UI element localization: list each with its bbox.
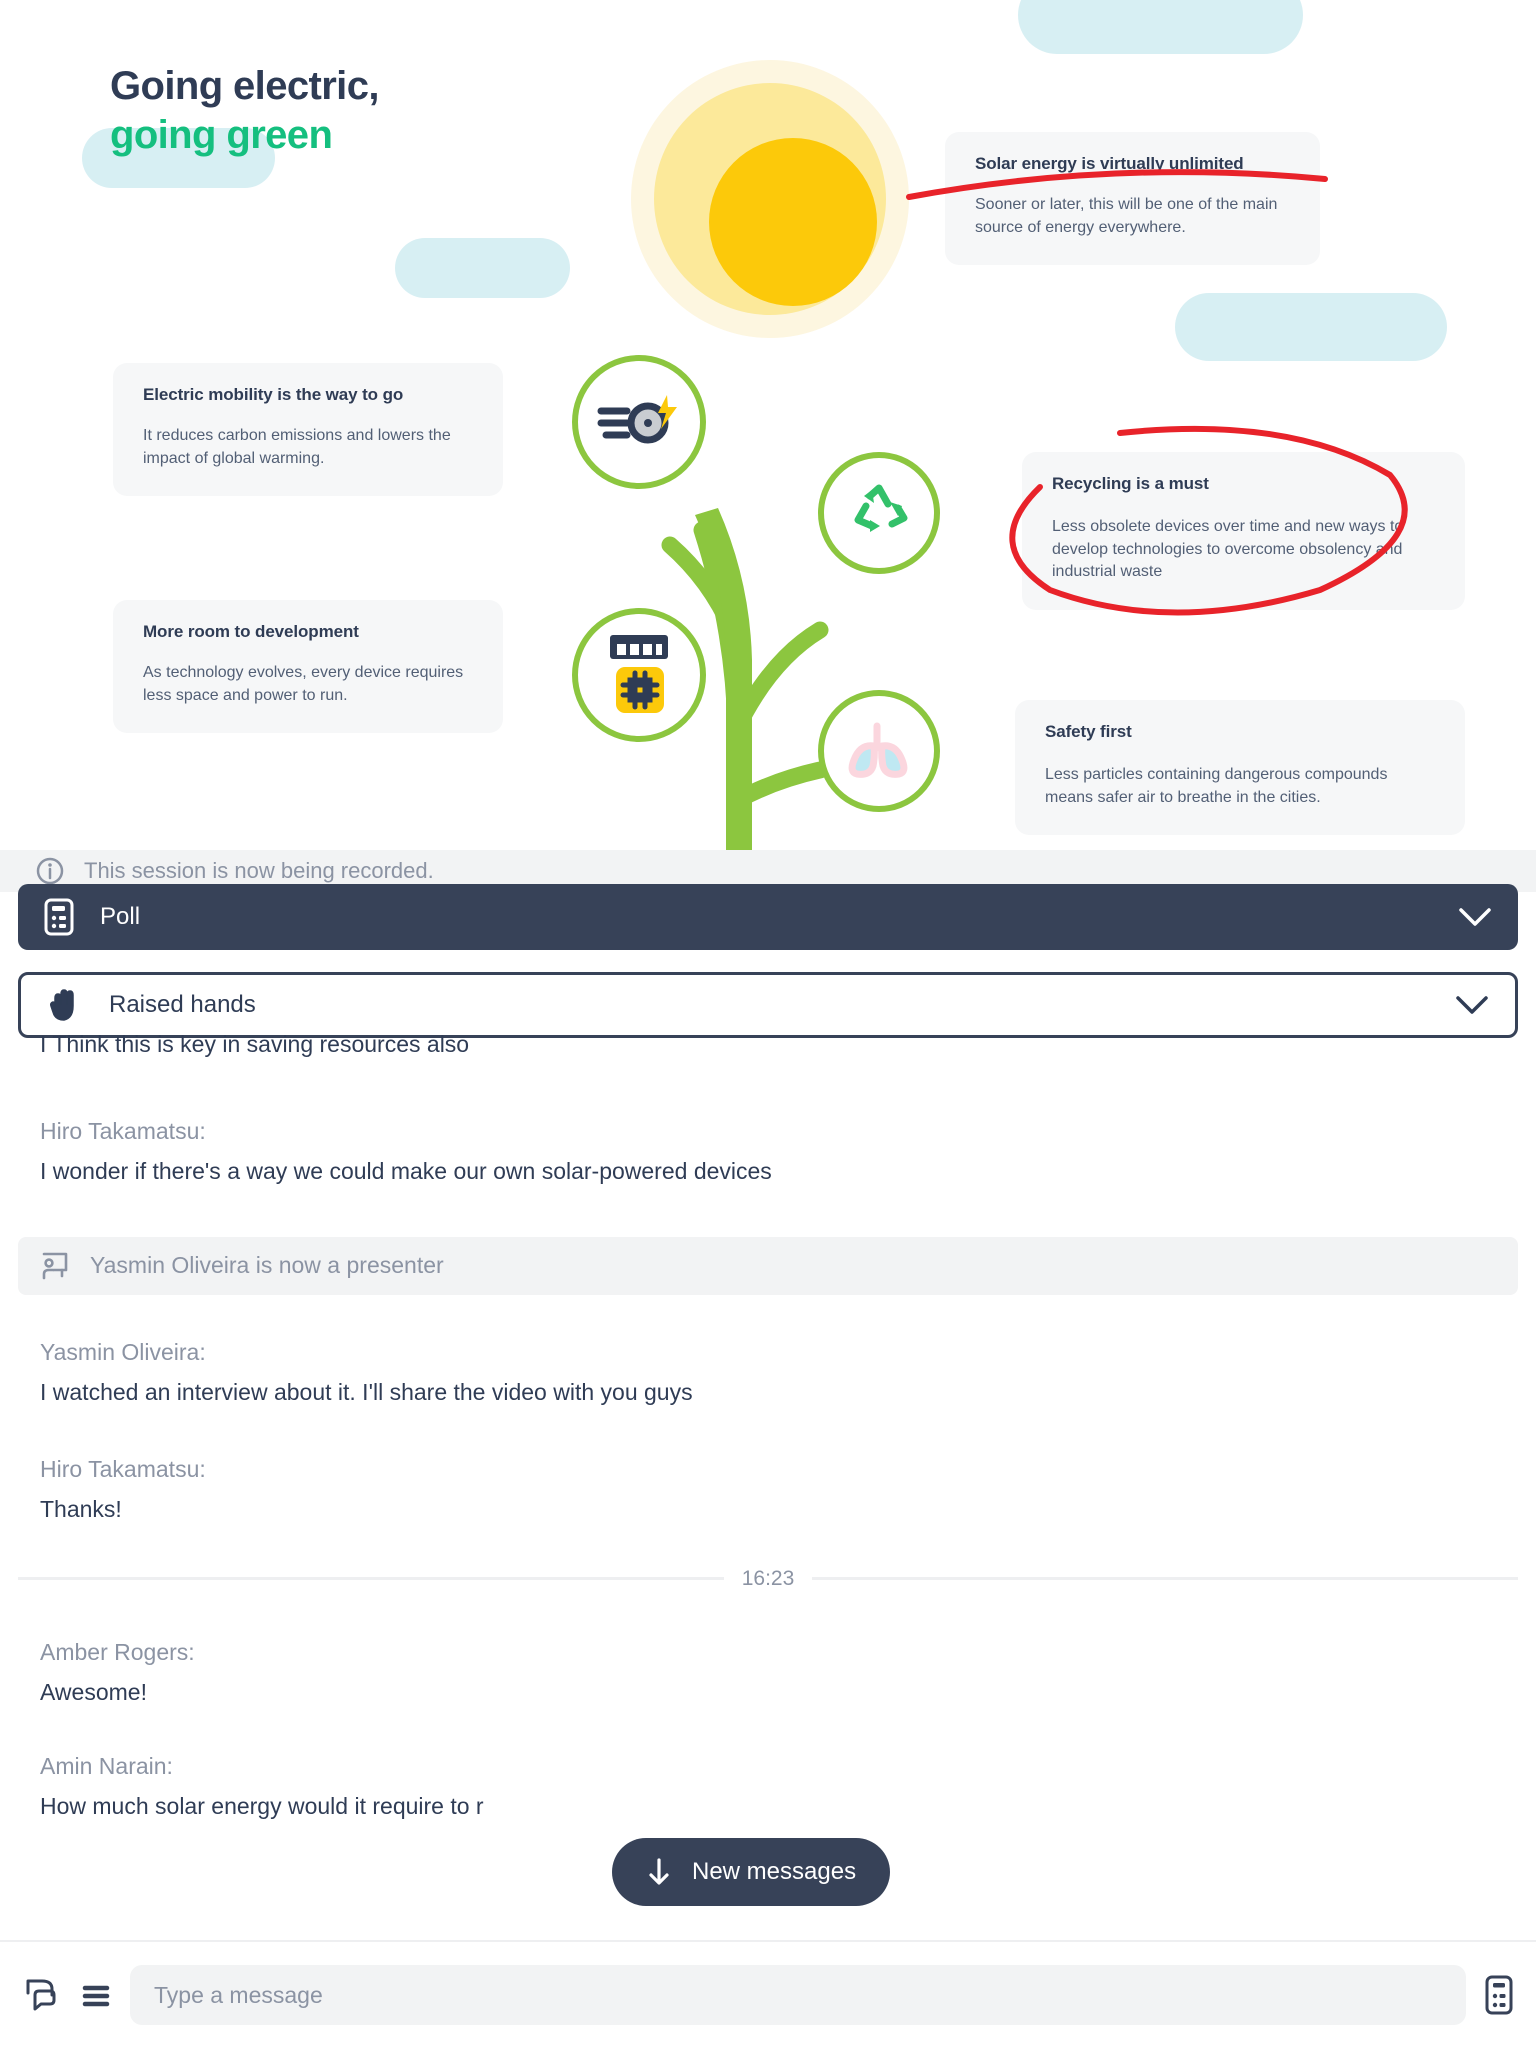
card-body: It reduces carbon emissions and lowers t… bbox=[143, 427, 451, 467]
lungs-icon bbox=[848, 722, 908, 778]
chat-message: I Think this is key in saving resources … bbox=[0, 1030, 1536, 1060]
card-body: As technology evolves, every device requ… bbox=[143, 664, 464, 704]
chat-message-author: Hiro Takamatsu: bbox=[40, 1455, 206, 1482]
panel-poll[interactable]: Poll bbox=[18, 884, 1518, 950]
divider-line-left bbox=[18, 1577, 724, 1581]
new-messages-label: New messages bbox=[692, 1858, 857, 1885]
slide-title-line1: Going electric, bbox=[110, 64, 379, 108]
card-heading: Solar energy is virtually unlimited bbox=[975, 154, 1244, 173]
card-heading: Recycling is a must bbox=[1052, 474, 1209, 493]
poll-icon[interactable] bbox=[1484, 1975, 1514, 2015]
slide-title-line2: going green bbox=[110, 112, 333, 157]
meeting-app-window: Going electric, going green Electric mob… bbox=[0, 0, 1536, 2048]
chat-message: Amber Rogers: Awesome! bbox=[0, 1639, 1536, 1708]
callout-card-recycling: Recycling is a must Less obsolete device… bbox=[1022, 452, 1465, 611]
chat-message: Amin Narain: How much solar energy would… bbox=[0, 1753, 1536, 1822]
divider-timestamp: 16:23 bbox=[741, 1566, 795, 1590]
chat-message: Hiro Takamatsu: Thanks! bbox=[0, 1456, 1536, 1525]
card-heading: Safety first bbox=[1045, 722, 1132, 741]
divider-line-right bbox=[812, 1577, 1518, 1581]
raised-hand-icon bbox=[50, 989, 74, 1021]
chat-message-text: Thanks! bbox=[40, 1495, 122, 1522]
chat-system-notice: Yasmin Oliveira is now a presenter bbox=[18, 1236, 1518, 1295]
card-body: Less obsolete devices over time and new … bbox=[1052, 518, 1404, 581]
node-electric-mobility bbox=[572, 355, 706, 489]
recycle-icon bbox=[854, 484, 908, 532]
card-body: Less particles containing dangerous comp… bbox=[1045, 766, 1388, 806]
card-heading: Electric mobility is the way to go bbox=[143, 385, 404, 404]
chat-time-divider: 16:23 bbox=[0, 1567, 1536, 1591]
sun-mid-ring bbox=[654, 83, 886, 315]
chat-message-text: I watched an interview about it. I'll sh… bbox=[40, 1378, 693, 1405]
chat-message-text: Awesome! bbox=[40, 1678, 147, 1705]
node-development bbox=[572, 608, 706, 742]
decorative-pill bbox=[395, 238, 570, 298]
decorative-pill bbox=[1175, 293, 1447, 361]
electric-wheel-icon bbox=[597, 395, 677, 444]
menu-icon[interactable] bbox=[80, 1979, 112, 2011]
callout-card-solar: Solar energy is virtually unlimited Soon… bbox=[945, 132, 1320, 266]
recording-banner-text: This session is now being recorded. bbox=[84, 858, 434, 883]
sun-graphic bbox=[631, 60, 909, 338]
chat-message-text: How much solar energy would it require t… bbox=[40, 1793, 484, 1820]
card-heading: More room to development bbox=[143, 622, 359, 641]
slide-title: Going electric, going green bbox=[110, 62, 379, 160]
microchip-icon bbox=[610, 635, 668, 713]
chat-message-text: I wonder if there's a way we could make … bbox=[40, 1157, 772, 1184]
chat-message: Hiro Takamatsu: I wonder if there's a wa… bbox=[0, 1118, 1536, 1187]
chat-system-notice-text: Yasmin Oliveira is now a presenter bbox=[90, 1252, 444, 1279]
arrow-down-icon bbox=[649, 1858, 669, 1885]
callout-card-mobility: Electric mobility is the way to go It re… bbox=[113, 363, 503, 497]
info-icon bbox=[36, 857, 64, 885]
chat-message-text: I Think this is key in saving resources … bbox=[40, 1031, 470, 1057]
chat-message-author: Hiro Takamatsu: bbox=[40, 1117, 206, 1144]
chat-reply-icon[interactable] bbox=[22, 1975, 62, 2015]
chat-message-author: Yasmin Oliveira: bbox=[40, 1338, 206, 1365]
sun-core bbox=[709, 138, 877, 306]
message-composer bbox=[0, 1940, 1536, 2048]
message-input[interactable] bbox=[130, 1965, 1466, 2025]
poll-icon bbox=[44, 898, 74, 936]
callout-card-development: More room to development As technology e… bbox=[113, 600, 503, 734]
callout-card-safety: Safety first Less particles containing d… bbox=[1015, 700, 1465, 836]
chat-message-author: Amber Rogers: bbox=[40, 1638, 195, 1665]
chat-message-list[interactable]: I Think this is key in saving resources … bbox=[0, 1030, 1536, 1822]
node-safety bbox=[818, 690, 940, 812]
presenter-icon bbox=[42, 1252, 68, 1280]
chevron-down-icon[interactable] bbox=[1455, 994, 1489, 1016]
card-body: Sooner or later, this will be one of the… bbox=[975, 196, 1278, 236]
new-messages-button[interactable]: New messages bbox=[612, 1838, 891, 1906]
panel-poll-label: Poll bbox=[100, 903, 141, 930]
presentation-slide: Going electric, going green Electric mob… bbox=[0, 0, 1536, 862]
panel-raised-hands-label: Raised hands bbox=[109, 991, 256, 1018]
chat-message-author: Amin Narain: bbox=[40, 1753, 173, 1780]
panel-raised-hands[interactable]: Raised hands bbox=[18, 972, 1518, 1038]
chat-message: Yasmin Oliveira: I watched an interview … bbox=[0, 1339, 1536, 1408]
node-recycling bbox=[818, 452, 940, 574]
decorative-pill bbox=[1018, 0, 1303, 54]
chevron-down-icon[interactable] bbox=[1458, 906, 1492, 928]
